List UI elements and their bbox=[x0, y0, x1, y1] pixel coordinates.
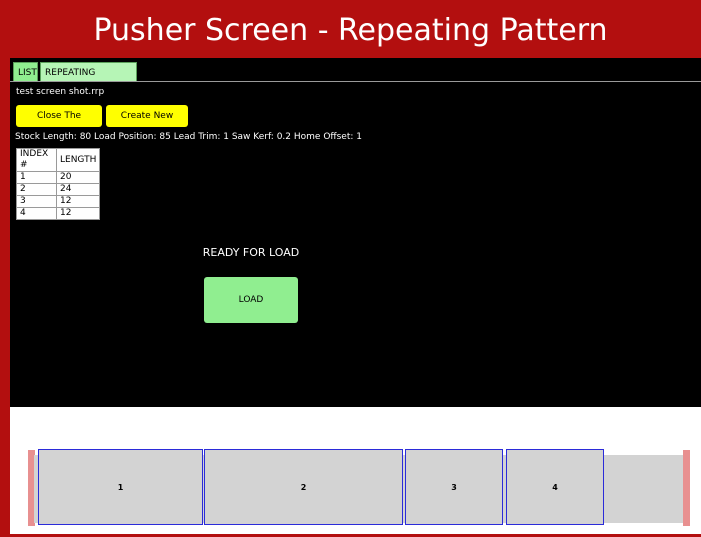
tab-list[interactable]: LIST bbox=[13, 62, 38, 82]
cut-piece: 3 bbox=[405, 449, 503, 525]
column-header-index: INDEX # bbox=[16, 148, 57, 172]
cut-piece: 1 bbox=[38, 449, 203, 525]
cell-length[interactable]: 24 bbox=[55, 183, 101, 196]
page-title: Pusher Screen - Repeating Pattern bbox=[0, 0, 701, 58]
cut-piece: 4 bbox=[506, 449, 604, 525]
load-button[interactable]: LOAD bbox=[204, 277, 298, 323]
table-row[interactable]: 1 20 bbox=[16, 171, 101, 184]
cut-piece: 2 bbox=[204, 449, 403, 525]
table-row[interactable]: 3 12 bbox=[16, 195, 101, 208]
tab-bar: LIST REPEATING PATTERN bbox=[10, 58, 701, 98]
main-frame: LIST REPEATING PATTERN test screen shot.… bbox=[10, 58, 701, 534]
pattern-table: INDEX # LENGTH 1 20 2 24 3 12 4 12 bbox=[16, 148, 101, 220]
cell-index: 4 bbox=[16, 207, 57, 220]
table-row[interactable]: 4 12 bbox=[16, 207, 101, 220]
cell-length[interactable]: 12 bbox=[55, 207, 101, 220]
table-row[interactable]: 2 24 bbox=[16, 183, 101, 196]
stock-parameters: Stock Length: 80 Load Position: 85 Lead … bbox=[15, 132, 362, 142]
pattern-panel: test screen shot.rrp Close The File(*.rr… bbox=[10, 82, 701, 407]
stock-visualization: 1 2 3 4 bbox=[10, 407, 701, 534]
cell-length[interactable]: 12 bbox=[55, 195, 101, 208]
file-name: test screen shot.rrp bbox=[16, 87, 105, 97]
tab-repeating-pattern[interactable]: REPEATING PATTERN bbox=[40, 62, 137, 98]
create-new-button[interactable]: Create New (*.rrp) bbox=[106, 105, 188, 143]
table-header-row: INDEX # LENGTH bbox=[16, 148, 101, 172]
stock-end-marker-right bbox=[683, 450, 690, 526]
cell-index: 2 bbox=[16, 183, 57, 196]
close-file-button[interactable]: Close The File(*.rrp) bbox=[16, 105, 102, 143]
column-header-length: LENGTH bbox=[55, 148, 101, 172]
cell-length[interactable]: 20 bbox=[55, 171, 101, 184]
cell-index: 1 bbox=[16, 171, 57, 184]
status-text: READY FOR LOAD bbox=[202, 246, 300, 259]
cell-index: 3 bbox=[16, 195, 57, 208]
